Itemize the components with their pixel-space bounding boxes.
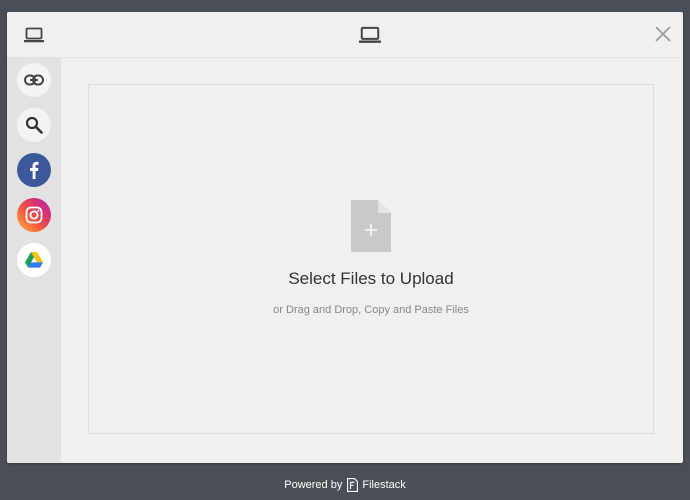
source-sidebar [7, 12, 61, 463]
powered-by-label: Powered by [284, 479, 343, 491]
filestack-brand-link[interactable]: Filestack [362, 479, 405, 491]
laptop-icon [24, 27, 44, 42]
google-drive-icon [25, 251, 43, 268]
link-icon [24, 74, 44, 85]
laptop-icon [359, 26, 381, 43]
picker-header [61, 12, 683, 58]
sidebar-item-search[interactable] [7, 102, 61, 147]
sidebar-item-instagram[interactable] [7, 192, 61, 237]
file-add-icon [351, 200, 391, 252]
filestack-logo-icon [347, 478, 359, 492]
sidebar-item-link[interactable] [7, 57, 61, 102]
close-icon[interactable] [653, 24, 673, 44]
facebook-icon [30, 161, 39, 179]
sidebar-item-google-drive[interactable] [7, 237, 61, 282]
sidebar-item-facebook[interactable] [7, 147, 61, 192]
powered-by-footer: Powered by Filestack [0, 476, 690, 494]
upload-subtitle: or Drag and Drop, Copy and Paste Files [273, 304, 469, 316]
upload-dropzone[interactable]: Select Files to Upload or Drag and Drop,… [88, 84, 654, 434]
file-picker-modal: Select Files to Upload or Drag and Drop,… [7, 12, 683, 463]
upload-title: Select Files to Upload [288, 269, 454, 288]
instagram-icon [25, 206, 43, 223]
sidebar-item-my-device[interactable] [7, 12, 61, 57]
search-icon [25, 116, 43, 134]
